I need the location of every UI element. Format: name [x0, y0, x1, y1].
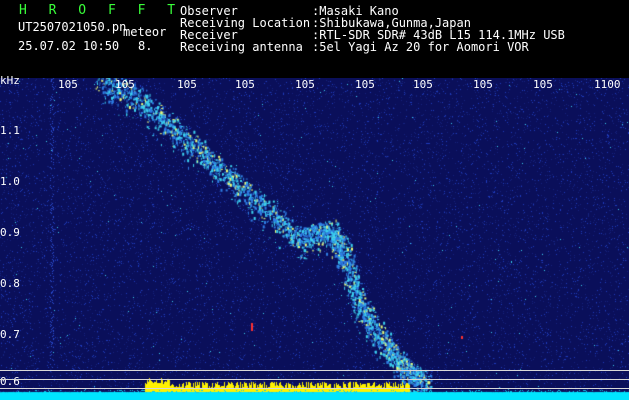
station-name: H R O F F T	[19, 3, 183, 18]
echo-count: 8.	[138, 39, 153, 53]
y-axis-tick: 0.6	[0, 375, 20, 388]
x-axis-tick: 105	[533, 78, 553, 91]
y-axis-tick: 0.9	[0, 226, 20, 239]
x-axis-tick: 105	[473, 78, 493, 91]
y-axis-unit: kHz	[0, 74, 20, 87]
y-axis-tick: 1.0	[0, 175, 20, 188]
marker-line	[0, 370, 629, 371]
x-axis-tick: 105	[177, 78, 197, 91]
x-axis-tick: 105	[58, 78, 78, 91]
observation-datetime: 25.07.02 10:50	[18, 39, 120, 53]
x-axis-tick: 1100	[594, 78, 621, 91]
antenna-value: :5el Yagi Az 20 for Aomori VOR	[312, 40, 529, 54]
header-panel: H R O F F T UT2507021050.pn meteor 25.07…	[0, 0, 629, 78]
x-axis-tick: 105	[295, 78, 315, 91]
observation-type: meteor	[123, 25, 167, 39]
y-axis-tick: 0.7	[0, 328, 20, 341]
antenna-label: Receiving antenna	[180, 40, 303, 54]
y-axis-tick: 0.8	[0, 277, 20, 290]
spectrogram-canvas	[0, 78, 629, 400]
marker-line	[0, 379, 629, 380]
file-name: UT2507021050.pn	[18, 20, 127, 34]
x-axis-tick: 105	[115, 78, 135, 91]
x-axis-tick: 105	[235, 78, 255, 91]
y-axis-tick: 1.1	[0, 124, 20, 137]
marker-line	[0, 388, 629, 389]
x-axis-tick: 105	[413, 78, 433, 91]
x-axis-tick: 105	[355, 78, 375, 91]
spectrogram-panel: kHz 105 105 105 105 105 105 105 105 105 1100 1.1 1…	[0, 74, 629, 400]
